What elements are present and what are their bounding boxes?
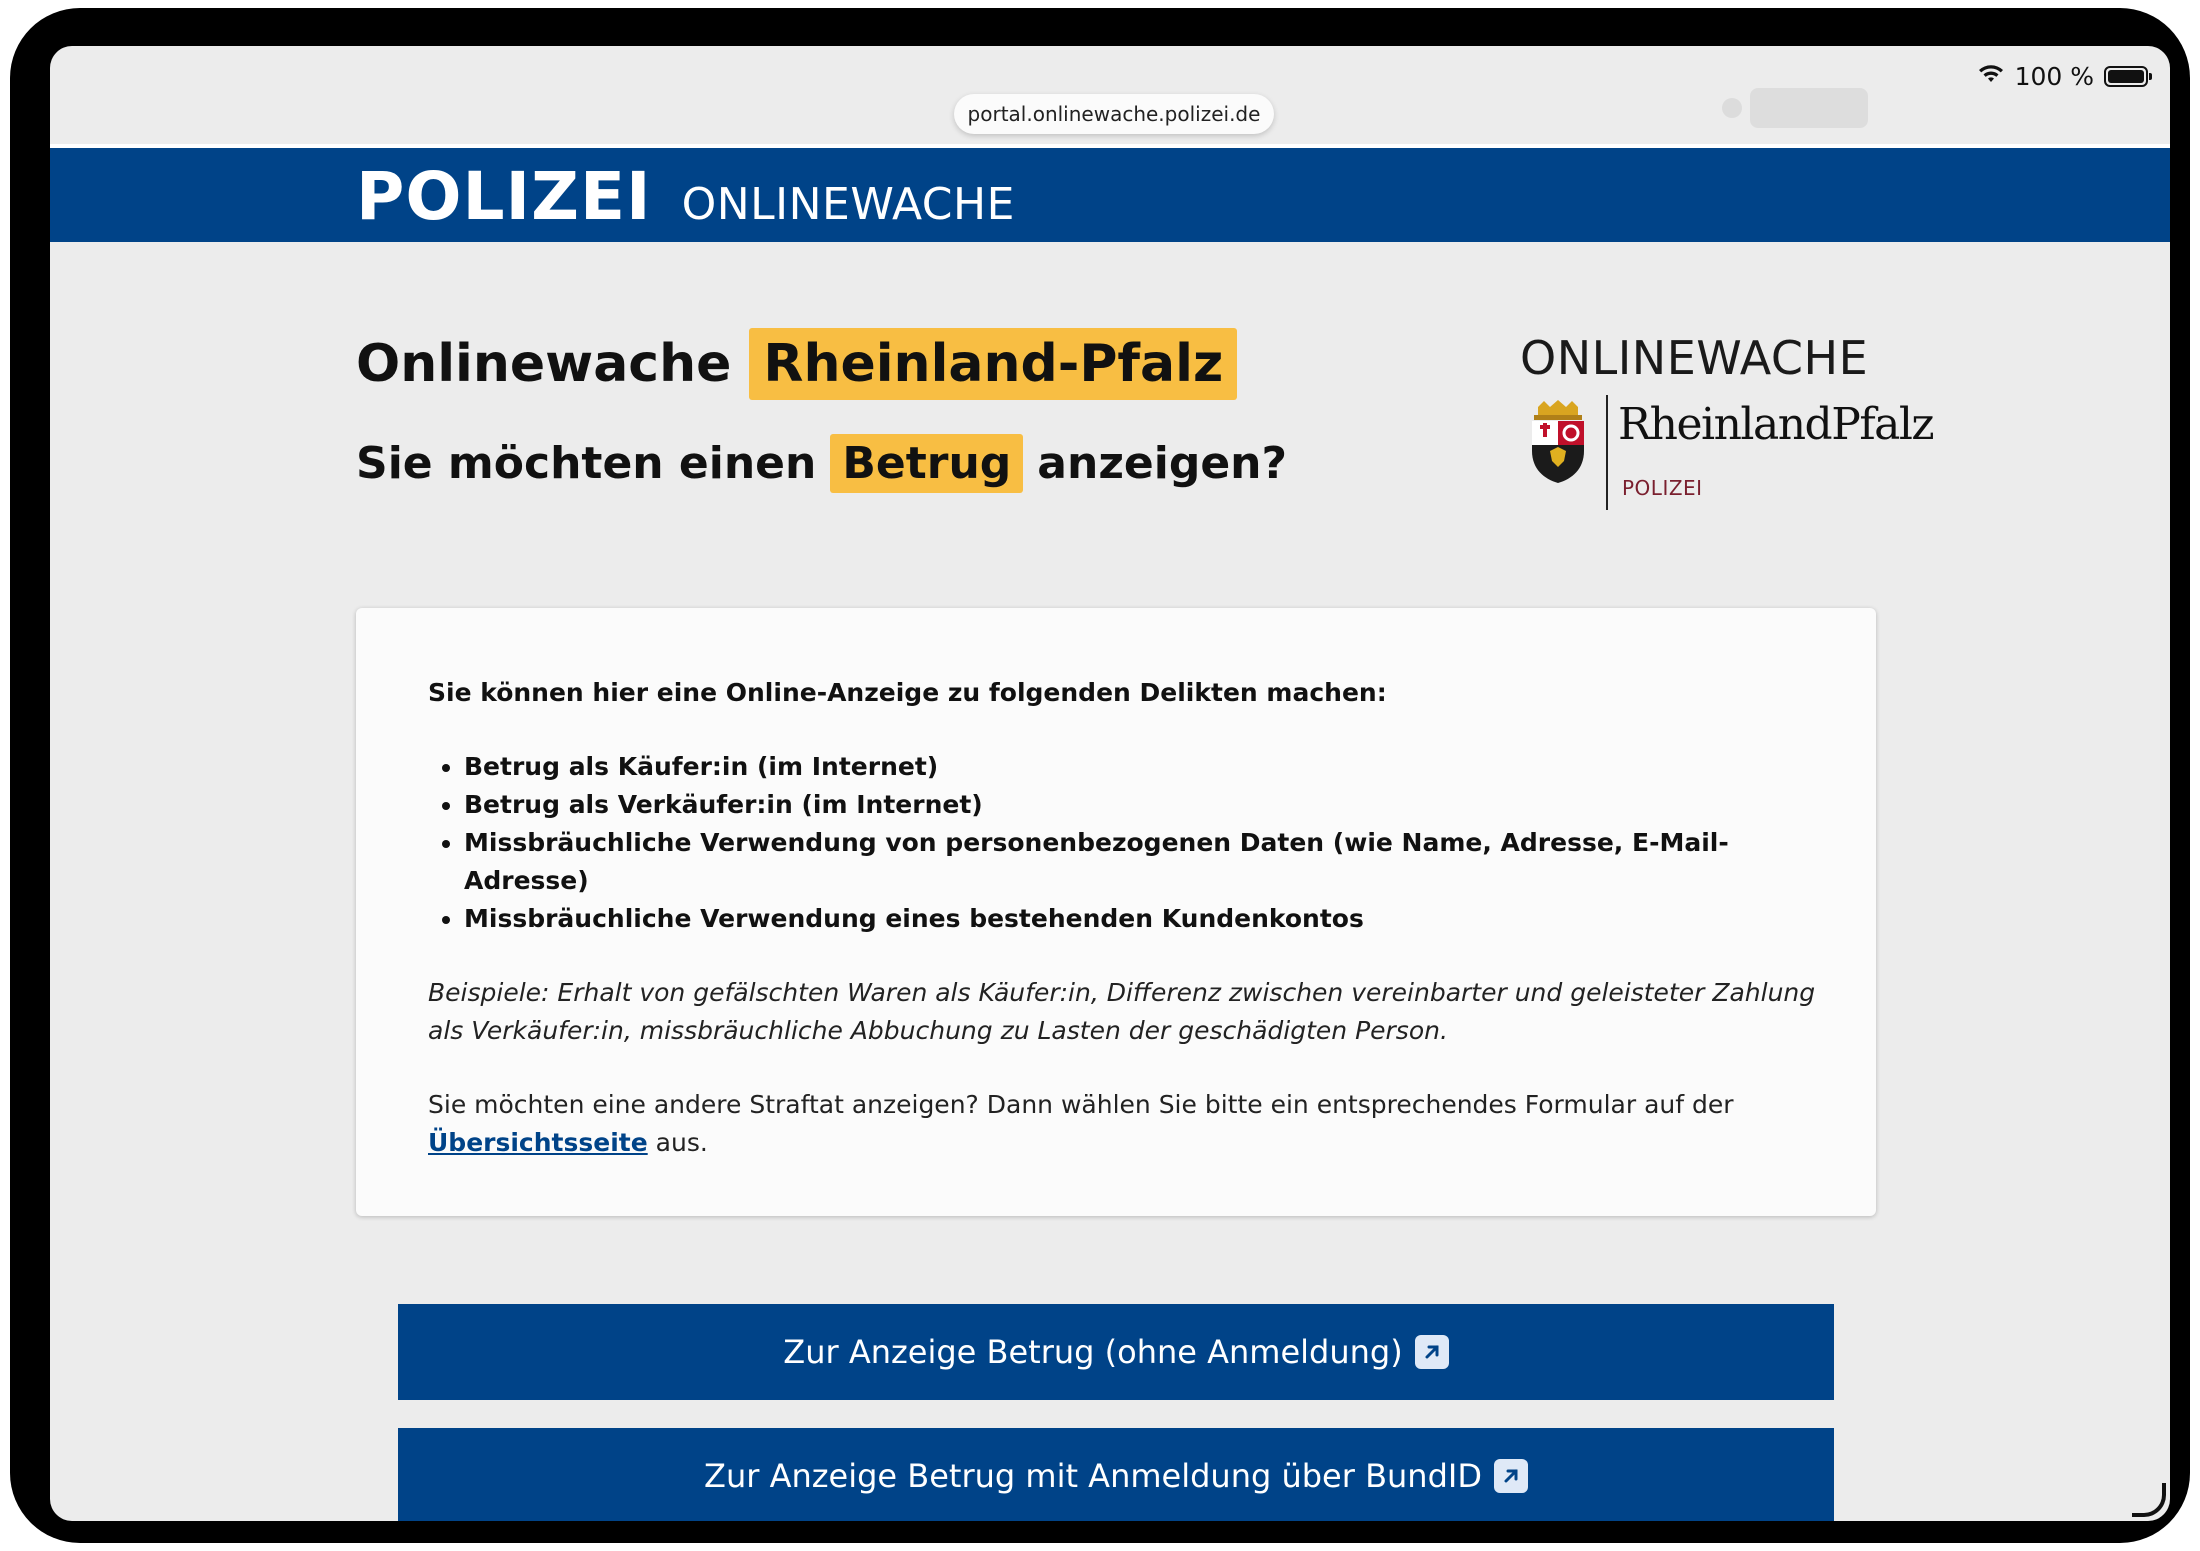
coat-of-arms-icon	[1532, 400, 1584, 483]
screen: 100 % portal.onlinewache.polizei.de POLI…	[50, 46, 2170, 1521]
address-bar[interactable]: portal.onlinewache.polizei.de	[954, 94, 1274, 134]
other-offense-text: Sie möchten eine andere Straftat anzeige…	[428, 1086, 1828, 1162]
battery-icon	[2104, 65, 2152, 87]
info-card-content: Sie können hier eine Online-Anzeige zu f…	[428, 674, 1828, 1162]
brand-onlinewache: ONLINEWACHE	[681, 179, 1015, 230]
report-with-bundid-button[interactable]: Zur Anzeige Betrug mit Anmeldung über Bu…	[398, 1428, 1834, 1521]
report-with-bundid-label: Zur Anzeige Betrug mit Anmeldung über Bu…	[704, 1457, 1482, 1495]
status-bar: 100 %	[1977, 56, 2152, 96]
onlinewache-rlp-logo: ONLINEWACHE RheinlandPfalz POLIZEI	[1520, 331, 1935, 511]
external-link-icon	[1414, 1335, 1449, 1369]
question-prefix: Sie möchten einen	[356, 438, 817, 489]
page-title-highlight: Rheinland-Pfalz	[749, 328, 1238, 400]
question-highlight: Betrug	[830, 434, 1024, 493]
delict-list: Betrug als Käufer:in (im Internet) Betru…	[428, 748, 1828, 938]
battery-percent: 100 %	[2014, 61, 2094, 91]
info-card: Sie können hier eine Online-Anzeige zu f…	[356, 608, 1876, 1216]
question-suffix: anzeigen?	[1037, 438, 1288, 489]
blurred-toolbar-control	[1750, 88, 1868, 128]
page-title-prefix: Onlinewache	[356, 334, 732, 394]
delict-item: Missbräuchliche Verwendung von personenb…	[464, 824, 1828, 900]
site-brand[interactable]: POLIZEI ONLINEWACHE	[356, 158, 1015, 235]
other-offense-prefix: Sie möchten eine andere Straftat anzeige…	[428, 1090, 1734, 1119]
other-offense-suffix: aus.	[647, 1128, 708, 1157]
report-without-login-button[interactable]: Zur Anzeige Betrug (ohne Anmeldung)	[398, 1304, 1834, 1400]
delict-item: Betrug als Verkäufer:in (im Internet)	[464, 786, 1828, 824]
overview-page-link[interactable]: Übersichtsseite	[428, 1128, 648, 1157]
report-without-login-label: Zur Anzeige Betrug (ohne Anmeldung)	[783, 1333, 1403, 1371]
examples-text: Beispiele: Erhalt von gefälschten Waren …	[428, 978, 1816, 1045]
brand-polizei: POLIZEI	[356, 158, 652, 235]
corner-gesture-indicator	[2132, 1483, 2166, 1517]
delict-item: Betrug als Käufer:in (im Internet)	[464, 748, 1828, 786]
device-bezel: 100 % portal.onlinewache.polizei.de POLI…	[10, 8, 2190, 1543]
external-link-icon	[1493, 1459, 1528, 1493]
page-question: Sie möchten einen Betrug anzeigen?	[356, 434, 1287, 493]
logo-state-name: RheinlandPfalz	[1618, 399, 1935, 450]
logo-divider	[1606, 395, 1608, 510]
blurred-toolbar-icon	[1722, 98, 1742, 118]
info-intro: Sie können hier eine Online-Anzeige zu f…	[428, 678, 1387, 707]
site-header: POLIZEI ONLINEWACHE	[50, 144, 2170, 242]
address-bar-url: portal.onlinewache.polizei.de	[967, 102, 1261, 126]
logo-subtitle: POLIZEI	[1622, 476, 1703, 500]
page-title: Onlinewache Rheinland-Pfalz	[356, 328, 1238, 400]
wifi-icon	[1977, 62, 2005, 91]
delict-item: Missbräuchliche Verwendung eines bestehe…	[464, 900, 1828, 938]
logo-title: ONLINEWACHE	[1520, 331, 1869, 385]
